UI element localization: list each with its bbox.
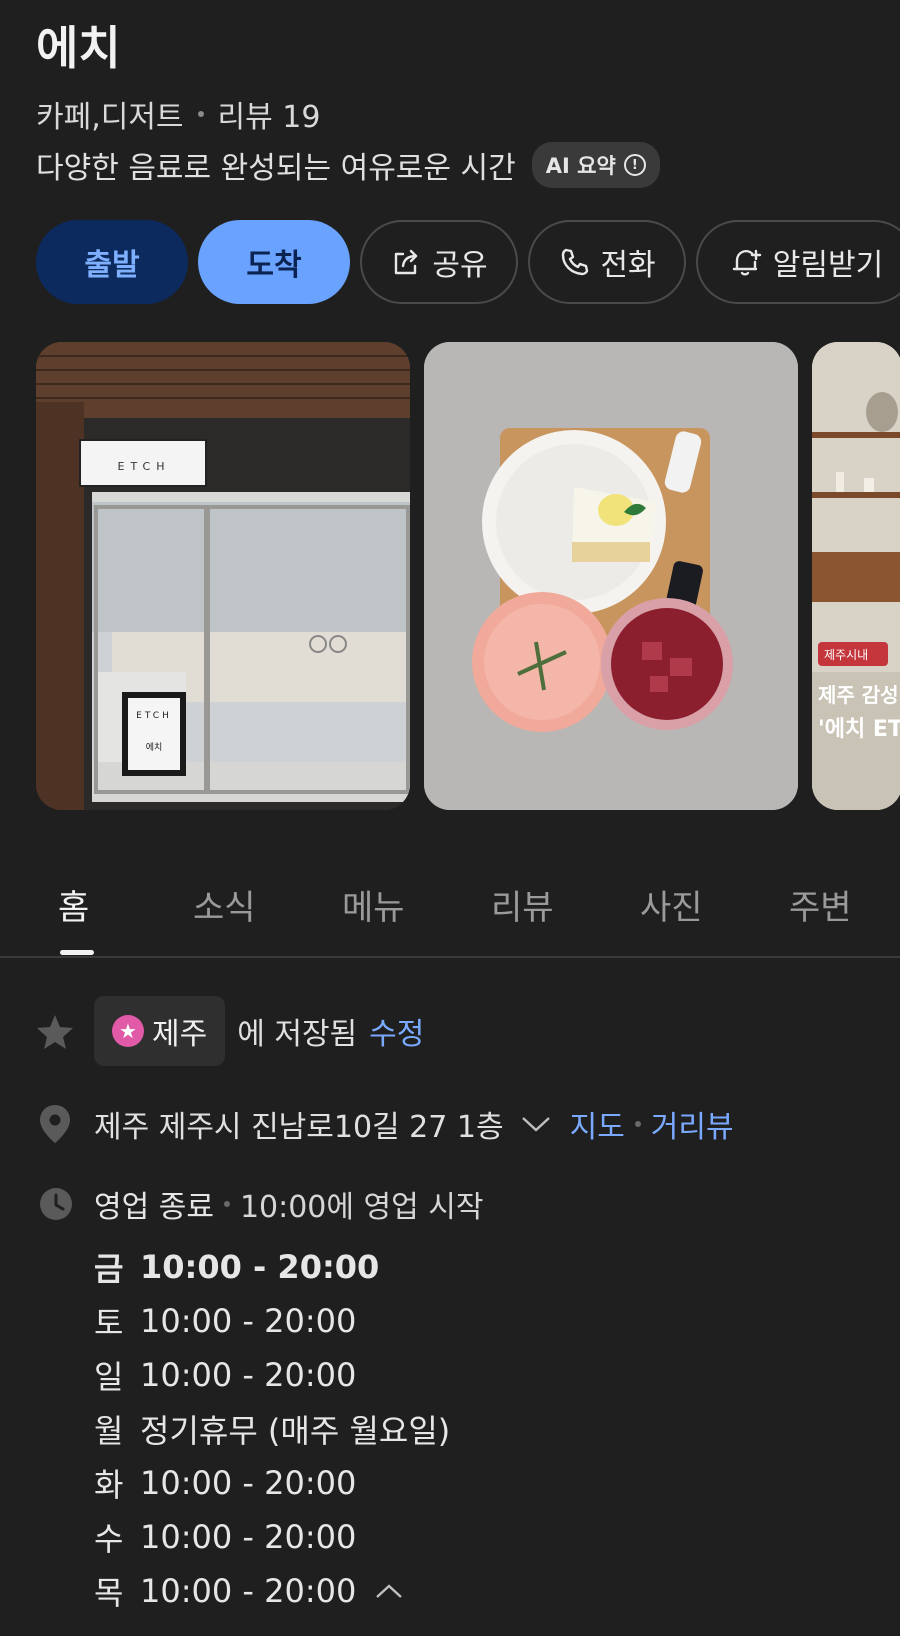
place-description-row: 다양한 음료로 완성되는 여유로운 시간 AI 요약 !	[36, 142, 660, 188]
arrive-button[interactable]: 도착	[198, 220, 350, 304]
call-label: 전화	[600, 248, 656, 283]
interior-illustration: 제주시내 제주 감성 '에치 ET	[812, 342, 900, 810]
hours-day: 월	[94, 1412, 124, 1450]
chevron-down-icon[interactable]	[520, 1114, 552, 1134]
saved-list-chip[interactable]: ★ 제주	[94, 996, 226, 1066]
hours-row: 수 10:00 - 20:00	[94, 1510, 450, 1564]
address-text: 제주 제주시 진남로10길 27 1층	[94, 1110, 504, 1145]
share-button[interactable]: 공유	[360, 220, 518, 304]
tab-menu[interactable]: 메뉴	[342, 880, 405, 929]
chevron-up-icon[interactable]	[374, 1582, 404, 1600]
place-category: 카페,디저트	[36, 100, 184, 135]
hours-day: 화	[94, 1466, 124, 1504]
photo-carousel[interactable]: ETCH ETCH 에치 제주시내 제주 감성 '에치 ET	[36, 342, 900, 810]
tab-reviews[interactable]: 리뷰	[491, 880, 554, 929]
separator-dot	[634, 1121, 641, 1127]
call-button[interactable]: 전화	[528, 220, 686, 304]
saved-suffix: 에 저장됨	[237, 1017, 358, 1052]
interior-photo[interactable]: 제주시내 제주 감성 '에치 ET	[812, 342, 900, 810]
star-icon[interactable]	[36, 1014, 74, 1050]
cake-drinks-illustration	[424, 342, 798, 810]
tab-home[interactable]: 홈	[58, 880, 89, 929]
active-tab-indicator	[60, 950, 94, 955]
tab-news[interactable]: 소식	[193, 880, 256, 929]
hours-row: 화 10:00 - 20:00	[94, 1456, 450, 1510]
hours-list: 금 10:00 - 20:00 토 10:00 - 20:00 일 10:00 …	[94, 1240, 450, 1618]
board-text-bottom: 에치	[146, 741, 163, 753]
tab-bar: 홈 소식 메뉴 리뷰 사진 주변	[0, 860, 900, 958]
overlay-line-1: 제주 감성	[818, 683, 899, 707]
edit-saved-link[interactable]: 수정	[369, 1009, 424, 1053]
alarm-label: 알림받기	[772, 248, 884, 283]
storefront-illustration: ETCH ETCH 에치	[36, 342, 410, 810]
share-label: 공유	[432, 248, 488, 283]
location-pin-icon	[40, 1105, 70, 1143]
hours-time: 정기휴무 (매주 월요일)	[140, 1412, 451, 1450]
hours-row-today: 금 10:00 - 20:00	[94, 1240, 450, 1294]
hours-day: 금	[94, 1250, 124, 1288]
place-meta: 카페,디저트 리뷰 19	[36, 92, 320, 136]
share-icon	[395, 249, 418, 275]
bell-plus-icon	[732, 249, 761, 276]
hours-day: 수	[94, 1520, 124, 1558]
map-link[interactable]: 지도	[570, 1102, 625, 1146]
hours-time: 10:00 - 20:00	[140, 1356, 357, 1394]
overlay-line-2: '에치 ET	[818, 717, 900, 742]
street-view-link[interactable]: 거리뷰	[651, 1102, 734, 1146]
hours-day: 일	[94, 1358, 124, 1396]
next-open-time: 10:00에 영업 시작	[239, 1190, 484, 1225]
hours-day: 토	[94, 1304, 124, 1342]
separator-dot	[223, 1201, 230, 1207]
clock-icon	[40, 1188, 72, 1220]
board-text-top: ETCH	[136, 711, 172, 721]
saved-list-name: 제주	[152, 1017, 208, 1052]
hours-time: 10:00 - 20:00	[140, 1572, 357, 1610]
business-status: 영업 종료	[94, 1190, 214, 1225]
star-pin-icon: ★	[112, 1015, 144, 1047]
hours-row: 월 정기휴무 (매주 월요일)	[94, 1402, 450, 1456]
place-description: 다양한 음료로 완성되는 여유로운 시간	[36, 151, 516, 186]
action-bar: 출발 도착 공유 전화 알림받기	[36, 220, 900, 304]
depart-button[interactable]: 출발	[36, 220, 188, 304]
hours-row: 일 10:00 - 20:00	[94, 1348, 450, 1402]
alarm-button[interactable]: 알림받기	[696, 220, 900, 304]
hours-day: 목	[94, 1574, 124, 1612]
storefront-sign-text: ETCH	[118, 460, 171, 473]
hours-time: 10:00 - 20:00	[140, 1464, 357, 1502]
hours-row: 토 10:00 - 20:00	[94, 1294, 450, 1348]
hours-time: 10:00 - 20:00	[140, 1518, 357, 1556]
storefront-photo[interactable]: ETCH ETCH 에치	[36, 342, 410, 810]
tab-nearby[interactable]: 주변	[789, 880, 852, 929]
place-title: 에치	[36, 21, 121, 75]
hours-time: 10:00 - 20:00	[140, 1302, 357, 1340]
hours-time: 10:00 - 20:00	[140, 1248, 380, 1286]
ai-summary-badge[interactable]: AI 요약 !	[531, 142, 660, 188]
separator-dot	[197, 111, 204, 117]
overlay-tag: 제주시내	[824, 648, 868, 662]
hours-row: 목 10:00 - 20:00	[94, 1564, 450, 1618]
info-icon: !	[623, 154, 646, 176]
cake-drinks-photo[interactable]	[424, 342, 798, 810]
ai-summary-label: AI 요약	[545, 154, 616, 178]
review-count-link[interactable]: 리뷰 19	[218, 92, 321, 136]
tab-photos[interactable]: 사진	[640, 880, 703, 929]
phone-icon	[562, 248, 589, 276]
